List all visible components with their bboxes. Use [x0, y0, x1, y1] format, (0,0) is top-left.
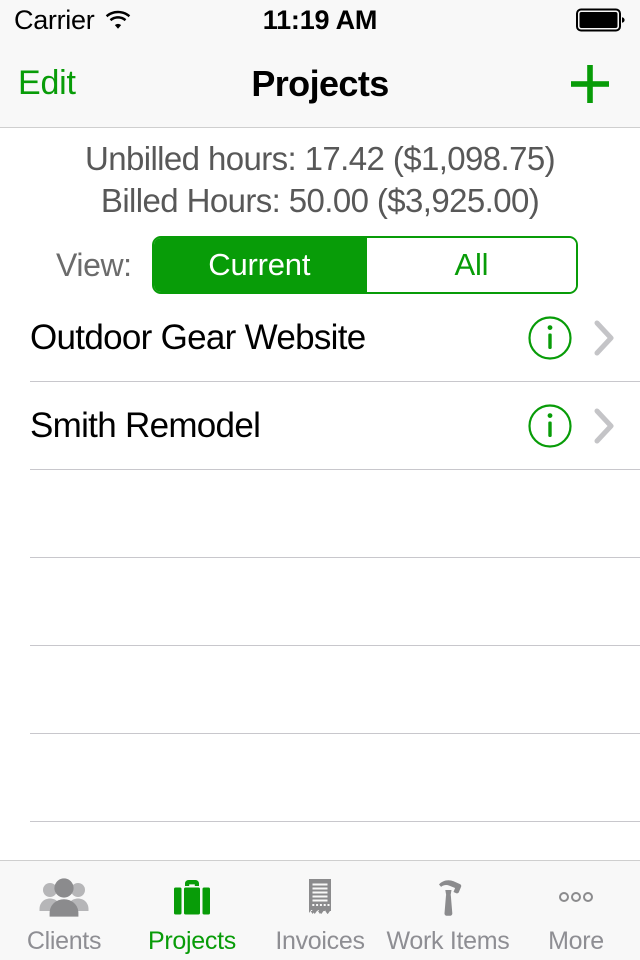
project-name: Smith Remodel: [30, 406, 261, 445]
table-row[interactable]: Outdoor Gear Website: [0, 294, 640, 382]
table-row-empty: [0, 470, 640, 558]
add-project-button[interactable]: [562, 56, 618, 112]
view-filter-row: View: Current All: [0, 236, 640, 294]
table-row-empty: [0, 734, 640, 822]
status-bar-right: [576, 8, 626, 32]
battery-icon: [576, 8, 626, 32]
ellipsis-icon: [549, 873, 603, 923]
tab-label-work-items: Work Items: [386, 926, 510, 955]
tab-more[interactable]: More: [512, 861, 640, 960]
view-label: View:: [56, 246, 132, 283]
projects-table: Outdoor Gear Website Smith Remodel: [0, 294, 640, 860]
table-row-empty: [0, 822, 640, 860]
app-root: Carrier 11:19 AM Edit Projects Unbilled …: [0, 0, 640, 960]
table-row-empty: [0, 646, 640, 734]
tab-projects[interactable]: Projects: [128, 861, 256, 960]
segment-current[interactable]: Current: [153, 238, 365, 292]
tab-invoices[interactable]: Invoices: [256, 861, 384, 960]
tab-clients[interactable]: Clients: [0, 861, 128, 960]
billed-hours-summary: Billed Hours: 50.00 ($3,925.00): [100, 182, 540, 219]
status-bar: Carrier 11:19 AM: [0, 0, 640, 40]
table-row-empty: [0, 558, 640, 646]
people-group-icon: [37, 873, 91, 923]
info-button[interactable]: [526, 314, 574, 362]
briefcase-icon: [165, 873, 219, 923]
info-circle-icon: [527, 403, 573, 449]
view-segmented-control[interactable]: Current All: [151, 236, 578, 294]
tab-label-more: More: [548, 926, 604, 955]
info-button[interactable]: [526, 402, 574, 450]
status-time: 11:19 AM: [262, 4, 378, 35]
list-header: Unbilled hours: 17.42 ($1,098.75) Billed…: [0, 128, 640, 294]
navigation-bar: Edit Projects: [0, 40, 640, 128]
tab-label-projects: Projects: [148, 926, 236, 955]
tab-work-items[interactable]: Work Items: [384, 861, 512, 960]
table-row[interactable]: Smith Remodel: [0, 382, 640, 470]
tab-label-invoices: Invoices: [275, 926, 365, 955]
tab-label-clients: Clients: [26, 926, 102, 955]
hammer-icon: [421, 873, 475, 923]
chevron-right-icon: [592, 320, 622, 356]
info-circle-icon: [527, 315, 573, 361]
chevron-right-icon: [592, 408, 622, 444]
segment-all[interactable]: All: [364, 238, 576, 292]
tab-bar: Clients Projects Invoices Work Items Mor…: [0, 860, 640, 960]
unbilled-hours-summary: Unbilled hours: 17.42 ($1,098.75): [84, 140, 556, 177]
page-title: Projects: [251, 62, 389, 104]
plus-icon: [565, 59, 615, 109]
receipt-icon: [293, 873, 347, 923]
project-name: Outdoor Gear Website: [30, 318, 366, 357]
